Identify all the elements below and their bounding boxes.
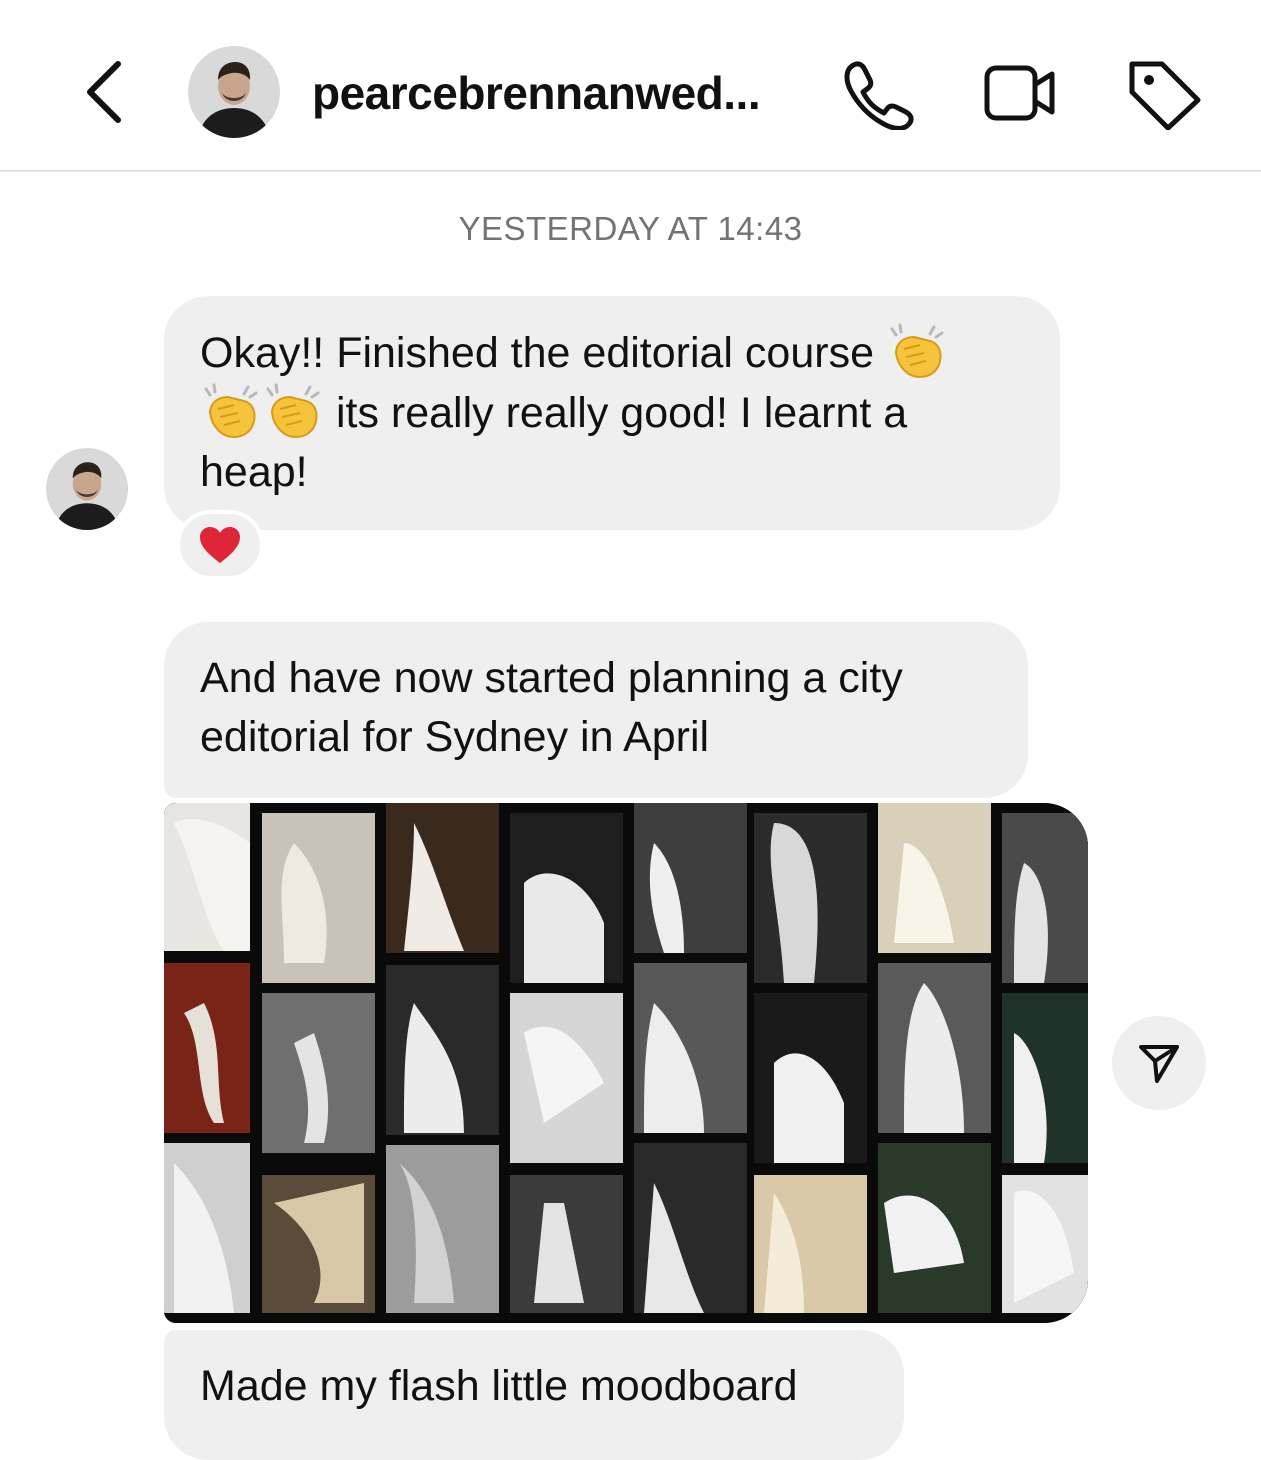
moodboard-collage xyxy=(164,803,1088,1323)
phone-icon[interactable] xyxy=(838,56,918,130)
clapping-hands-emoji-icon xyxy=(266,383,320,439)
message-bubble[interactable]: Made my flash little moodboard xyxy=(164,1330,904,1460)
share-button[interactable] xyxy=(1112,1016,1206,1110)
message-bubble[interactable]: Okay!! Finished the editorial course its… xyxy=(164,296,1060,530)
red-heart-icon xyxy=(200,527,240,563)
sender-avatar[interactable] xyxy=(46,448,128,530)
video-camera-icon[interactable] xyxy=(980,56,1060,130)
chat-header: pearcebrennanwed... xyxy=(0,0,1261,172)
message-line: Okay!! Finished the editorial course xyxy=(200,323,1024,383)
contact-avatar[interactable] xyxy=(188,46,280,138)
back-chevron-icon[interactable] xyxy=(78,56,134,128)
message-reaction[interactable] xyxy=(176,510,264,580)
clapping-hands-emoji-icon xyxy=(890,323,944,379)
send-arrow-icon xyxy=(1139,1045,1179,1083)
message-line: its really really good! I learnt a xyxy=(200,383,1024,443)
message-line: Made my flash little moodboard xyxy=(200,1362,798,1410)
tag-icon[interactable] xyxy=(1124,56,1204,130)
contact-name[interactable]: pearcebrennanwed... xyxy=(312,66,761,120)
message-bubble[interactable]: And have now started planning a city edi… xyxy=(164,622,1028,798)
message-timestamp: YESTERDAY AT 14:43 xyxy=(458,210,803,247)
clapping-hands-emoji-icon xyxy=(204,383,258,439)
message-line: editorial for Sydney in April xyxy=(200,713,710,761)
message-line: heap! xyxy=(200,448,308,496)
message-text: Okay!! Finished the editorial course xyxy=(200,329,874,377)
message-text: its really really good! I learnt a xyxy=(335,389,908,437)
message-line: And have now started planning a city xyxy=(200,654,903,702)
moodboard-image[interactable] xyxy=(164,803,1088,1323)
